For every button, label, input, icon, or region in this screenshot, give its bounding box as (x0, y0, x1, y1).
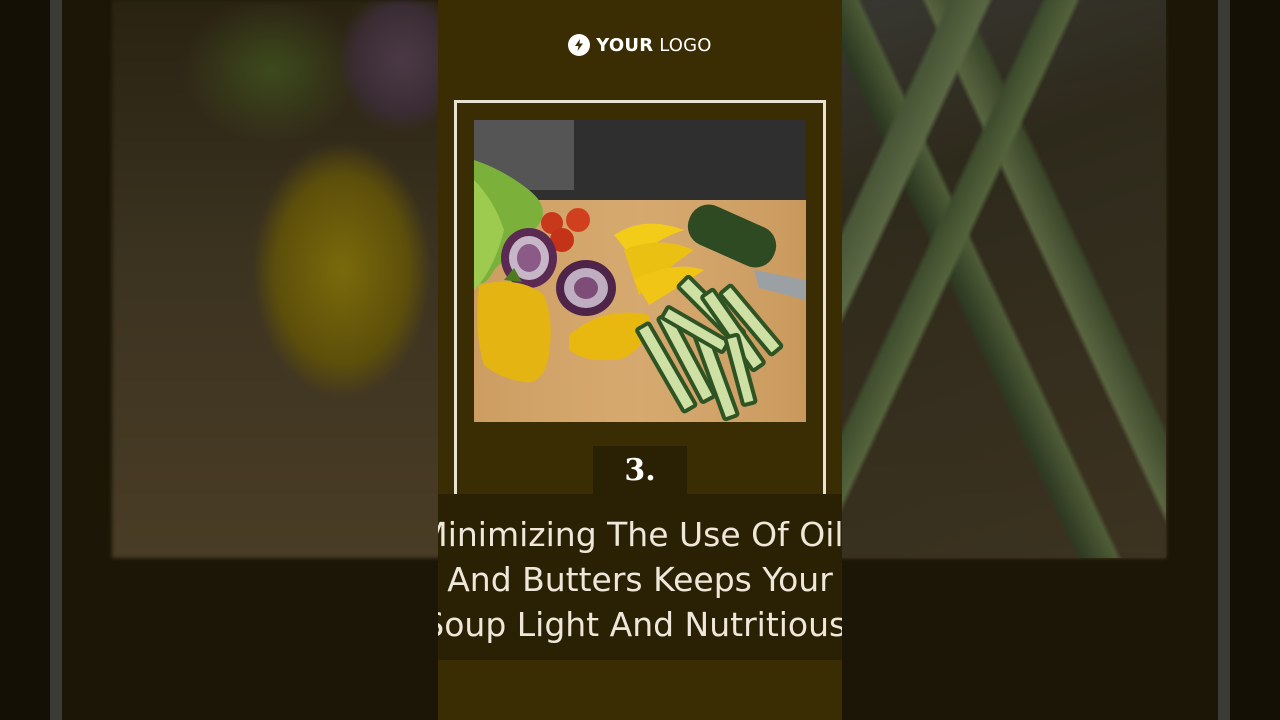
logo-text-rest: LOGO (653, 34, 712, 56)
tip-caption: Minimizing The Use Of Oils And Butters K… (438, 512, 842, 647)
tip-caption-line: Minimizing The Use Of Oils (438, 515, 842, 554)
brand-logo: YOUR LOGO (438, 34, 842, 56)
video-panel[interactable]: YOUR LOGO 3. Minimizing The Use Of Oils … (438, 0, 842, 720)
background-edge-left (50, 0, 62, 720)
lightning-bolt-icon (568, 34, 591, 56)
tip-number-text: 3. (624, 452, 656, 488)
tip-caption-line: Soup Light And Nutritious. (438, 605, 842, 644)
logo-text-bold: YOUR (596, 34, 654, 56)
background-blurred-zucchini (842, 0, 1166, 558)
logo-text: YOUR LOGO (596, 35, 711, 56)
background-edge-right (1218, 0, 1230, 720)
tip-number: 3. (593, 446, 687, 494)
tip-caption-line: And Butters Keeps Your (447, 560, 833, 599)
